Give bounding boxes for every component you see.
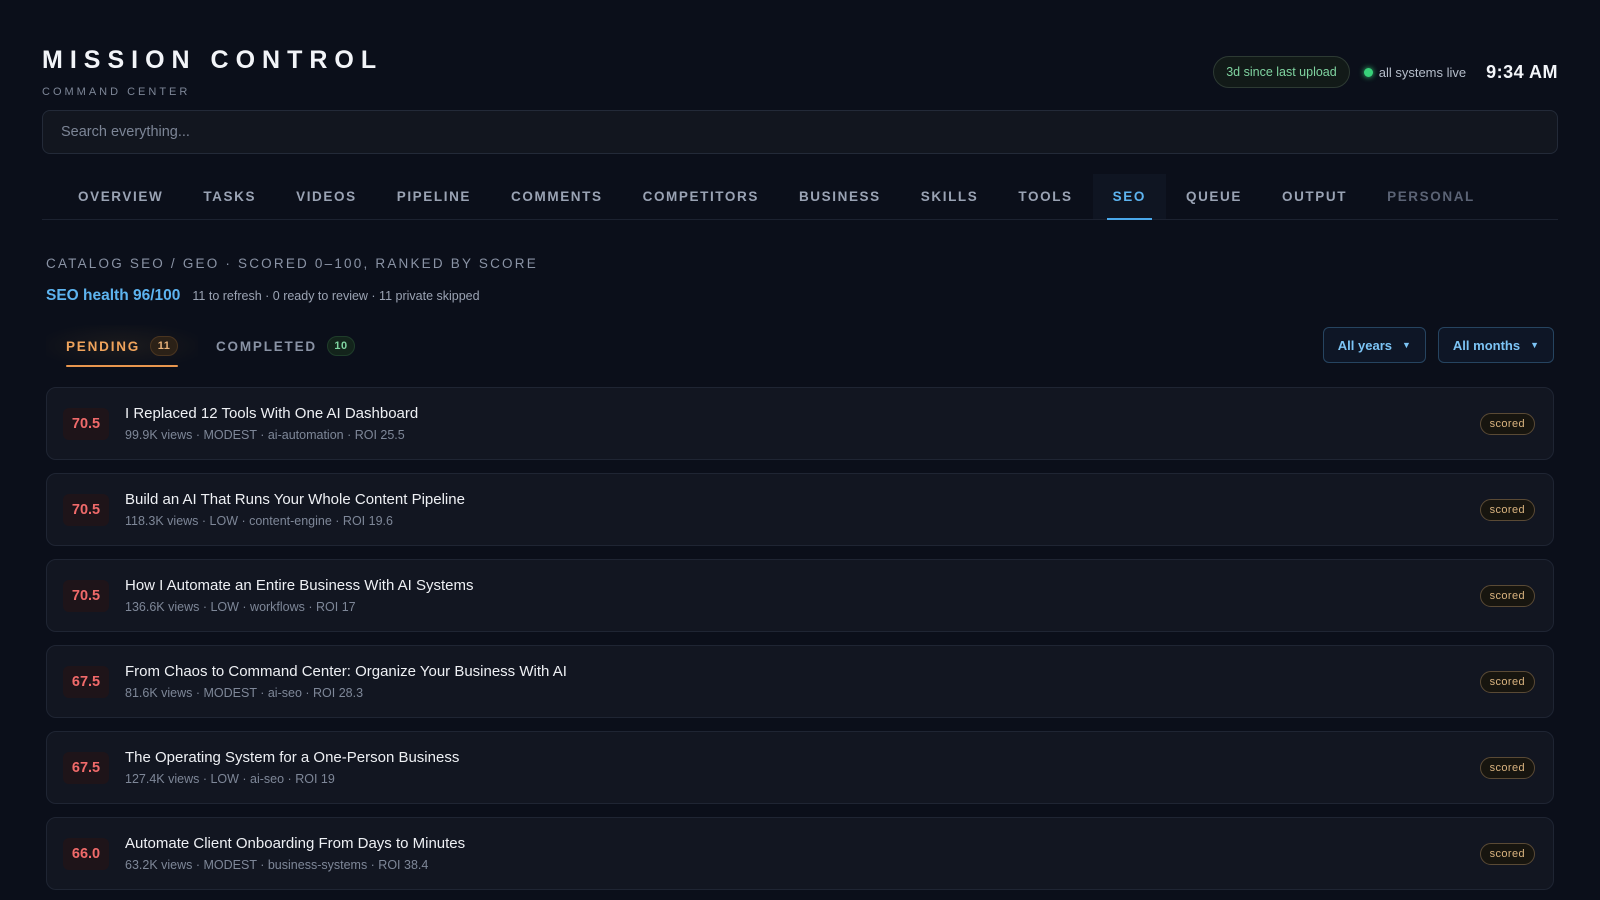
system-status: all systems live	[1363, 64, 1467, 80]
item-title: Automate Client Onboarding From Days to …	[125, 835, 466, 852]
tab-output[interactable]: OUTPUT	[1262, 174, 1367, 219]
status-badge: scored	[1479, 843, 1535, 865]
list-item[interactable]: 70.5 Build an AI That Runs Your Whole Co…	[46, 473, 1554, 546]
tab-videos[interactable]: VIDEOS	[276, 174, 377, 219]
section-heading: CATALOG SEO / GEO · SCORED 0–100, RANKED…	[46, 256, 538, 271]
item-meta: 136.6K views · LOW · workflows · ROI 17	[125, 600, 356, 614]
subtab-completed-label: COMPLETED	[216, 338, 317, 354]
status-badge: scored	[1479, 757, 1535, 779]
list-item[interactable]: 67.5 From Chaos to Command Center: Organ…	[46, 645, 1554, 718]
list-item[interactable]: 67.5 The Operating System for a One-Pers…	[46, 731, 1554, 804]
clock: 9:34 AM	[1486, 61, 1558, 82]
score-badge: 66.0	[63, 838, 109, 870]
item-title: Build an AI That Runs Your Whole Content…	[125, 491, 465, 508]
tab-overview[interactable]: OVERVIEW	[58, 174, 183, 219]
system-status-text: all systems live	[1378, 64, 1467, 80]
subtab-pending-label: PENDING	[66, 338, 141, 354]
item-title: The Operating System for a One-Person Bu…	[125, 749, 460, 766]
header-status-area: 3d since last upload all systems live 9:…	[1213, 56, 1558, 88]
item-meta: 99.9K views · MODEST · ai-automation · R…	[125, 428, 405, 442]
item-meta: 63.2K views · MODEST · business-systems …	[125, 858, 429, 872]
list-item[interactable]: 70.5 How I Automate an Entire Business W…	[46, 559, 1554, 632]
mission-control-page: MISSION CONTROL COMMAND CENTER 3d since …	[0, 0, 1600, 900]
subtab-completed[interactable]: COMPLETED 10	[196, 325, 375, 367]
year-filter-dropdown[interactable]: All years ▼	[1322, 327, 1426, 363]
item-title: From Chaos to Command Center: Organize Y…	[125, 663, 567, 680]
tab-tools[interactable]: TOOLS	[998, 174, 1092, 219]
main-tabs: OVERVIEW TASKS VIDEOS PIPELINE COMMENTS …	[42, 174, 1558, 220]
list-item[interactable]: 70.5 I Replaced 12 Tools With One AI Das…	[46, 387, 1554, 460]
status-dot-icon	[1363, 67, 1373, 77]
item-title: How I Automate an Entire Business With A…	[125, 577, 474, 594]
score-badge: 67.5	[63, 666, 109, 698]
search-input[interactable]	[42, 110, 1558, 154]
status-badge: scored	[1479, 671, 1535, 693]
month-filter-dropdown[interactable]: All months ▼	[1437, 327, 1554, 363]
list-item[interactable]: 66.0 Automate Client Onboarding From Day…	[46, 817, 1554, 890]
pending-count-badge: 11	[150, 336, 179, 356]
month-filter-value: All months	[1452, 337, 1521, 353]
status-badge: scored	[1479, 413, 1535, 435]
item-meta: 127.4K views · LOW · ai-seo · ROI 19	[125, 772, 335, 786]
app-header: MISSION CONTROL COMMAND CENTER 3d since …	[42, 0, 1558, 110]
score-badge: 70.5	[63, 580, 109, 612]
seo-health-row: SEO health 96/100 11 to refresh · 0 read…	[46, 287, 1558, 305]
status-badge: scored	[1479, 499, 1535, 521]
tab-business[interactable]: BUSINESS	[779, 174, 901, 219]
tab-competitors[interactable]: COMPETITORS	[623, 174, 779, 219]
tab-seo[interactable]: SEO	[1092, 174, 1166, 220]
tab-comments[interactable]: COMMENTS	[491, 174, 623, 219]
year-filter-value: All years	[1337, 337, 1392, 353]
chevron-down-icon: ▼	[1401, 340, 1411, 350]
tab-skills[interactable]: SKILLS	[901, 174, 999, 219]
app-title: MISSION CONTROL	[42, 46, 384, 74]
tab-pipeline[interactable]: PIPELINE	[377, 174, 491, 219]
filters: All years ▼ All months ▼	[1322, 327, 1554, 363]
score-badge: 67.5	[63, 752, 109, 784]
status-badge: scored	[1479, 585, 1535, 607]
tab-queue[interactable]: QUEUE	[1166, 174, 1262, 219]
chevron-down-icon: ▼	[1530, 340, 1539, 350]
seo-health-stats: 11 to refresh · 0 ready to review · 11 p…	[192, 289, 480, 303]
item-meta: 118.3K views · LOW · content-engine · RO…	[125, 514, 393, 528]
seo-health-score: SEO health 96/100	[46, 287, 181, 304]
status-subtabs-bar: PENDING 11 COMPLETED 10 All years ▼ All …	[42, 321, 1558, 373]
app-subtitle: COMMAND CENTER	[42, 86, 191, 98]
tab-personal[interactable]: PERSONAL	[1367, 174, 1495, 219]
subtab-pending[interactable]: PENDING 11	[46, 325, 199, 367]
item-title: I Replaced 12 Tools With One AI Dashboar…	[125, 405, 419, 422]
last-upload-badge: 3d since last upload	[1213, 56, 1350, 88]
score-badge: 70.5	[63, 494, 109, 526]
score-badge: 70.5	[63, 408, 109, 440]
seo-item-list: 70.5 I Replaced 12 Tools With One AI Das…	[46, 387, 1554, 890]
tab-tasks[interactable]: TASKS	[183, 174, 276, 219]
item-meta: 81.6K views · MODEST · ai-seo · ROI 28.3	[125, 686, 364, 700]
completed-count-badge: 10	[326, 336, 355, 356]
